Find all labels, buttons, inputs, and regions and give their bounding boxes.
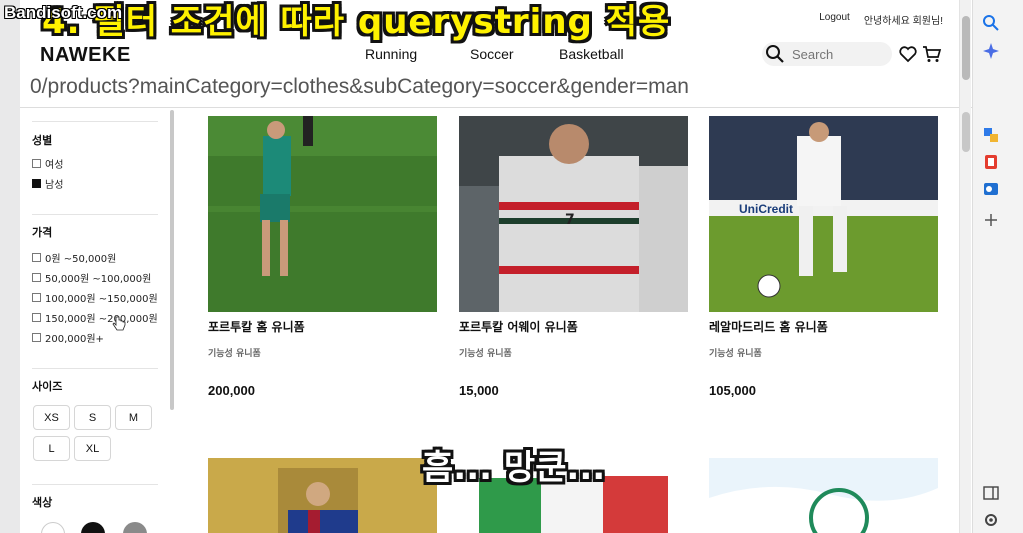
price-option[interactable]: 150,000원 ~200,000원 [32, 310, 158, 325]
scrollbar-thumb[interactable] [962, 112, 970, 152]
filter-sidebar: 성별 여성 남성 가격 0원 ~50,000원 50,000원 ~100,000… [20, 108, 172, 533]
search-icon[interactable] [765, 44, 785, 64]
color-swatch-white[interactable] [41, 522, 65, 533]
tools-icon[interactable] [982, 126, 1000, 144]
video-caption-middle: 흠... 망쿤... [422, 448, 606, 488]
outlook-icon[interactable] [982, 180, 1000, 198]
scrollbar-thumb[interactable] [962, 16, 970, 80]
logout-link[interactable]: Logout [819, 12, 850, 27]
add-icon[interactable] [982, 211, 1000, 229]
size-xs-button[interactable]: XS [33, 405, 70, 430]
product-image[interactable] [208, 116, 437, 312]
checkbox[interactable] [32, 293, 41, 302]
gender-filter-title: 성별 [32, 134, 53, 147]
svg-text:7: 7 [565, 212, 575, 228]
product-price: 15,000 [459, 383, 499, 398]
greeting-text: 안녕하세요 회원님! [863, 16, 943, 27]
checkbox[interactable] [32, 253, 41, 262]
search-icon[interactable] [982, 14, 1000, 32]
product-price: 200,000 [208, 383, 255, 398]
heart-icon[interactable] [898, 44, 918, 64]
option-label: 100,000원 ~150,000원 [45, 294, 158, 305]
gender-option-male[interactable]: 남성 [32, 176, 63, 191]
product-image[interactable] [208, 458, 437, 533]
filter-scrollbar[interactable] [170, 110, 174, 410]
color-filter-title: 색상 [32, 496, 53, 509]
size-s-button[interactable]: S [74, 405, 111, 430]
nav-running[interactable]: Running [365, 46, 417, 62]
office-icon[interactable] [982, 153, 1000, 171]
panel-toggle-icon[interactable] [982, 484, 1000, 502]
screen: NAWEKE Logout 안녕하세요 회원님! Running Soccer … [0, 0, 1023, 533]
price-filter-title: 가격 [32, 226, 53, 239]
color-swatch-gray[interactable] [123, 522, 147, 533]
url-text: 0/products?mainCategory=clothes&subCateg… [30, 75, 689, 98]
page-scrollbar[interactable] [959, 0, 971, 533]
search-input[interactable] [792, 45, 888, 63]
size-xl-button[interactable]: XL [74, 436, 111, 461]
sparkle-icon[interactable] [982, 42, 1000, 60]
gear-icon[interactable] [982, 511, 1000, 529]
product-price: 105,000 [709, 383, 756, 398]
option-label: 150,000원 ~200,000원 [45, 314, 158, 325]
color-swatch-black[interactable] [81, 522, 105, 533]
size-m-button[interactable]: M [115, 405, 152, 430]
option-label: 0원 ~50,000원 [45, 254, 117, 265]
divider [32, 368, 158, 369]
gender-option-female[interactable]: 여성 [32, 156, 63, 171]
address-bar[interactable]: 0/products?mainCategory=clothes&subCateg… [20, 70, 1023, 108]
option-label: 여성 [45, 160, 64, 171]
product-category: 기능성 유니폼 [459, 349, 512, 359]
window-left-edge [0, 0, 20, 533]
checkbox[interactable] [32, 159, 41, 168]
cart-icon[interactable] [922, 44, 942, 64]
price-option[interactable]: 0원 ~50,000원 [32, 250, 116, 265]
product-image[interactable]: 7 [459, 116, 688, 312]
option-label: 50,000원 ~100,000원 [45, 274, 152, 285]
divider [32, 484, 158, 485]
product-category: 기능성 유니폼 [208, 349, 261, 359]
size-l-button[interactable]: L [33, 436, 70, 461]
svg-text:UniCredit: UniCredit [739, 202, 793, 216]
option-label: 200,000원+ [45, 334, 104, 345]
nav-basketball[interactable]: Basketball [559, 46, 624, 62]
checkbox-checked[interactable] [32, 179, 41, 188]
product-image[interactable] [709, 458, 938, 533]
hand-cursor-icon [112, 316, 126, 331]
product-name[interactable]: 레알마드리드 홈 유니폼 [709, 318, 828, 335]
video-caption-top: 4. 필터 조건에 따라 querystring 적용 [42, 2, 671, 42]
product-name[interactable]: 포르투칼 홈 유니폼 [208, 318, 305, 335]
divider [32, 214, 158, 215]
size-filter-title: 사이즈 [32, 380, 63, 393]
option-label: 남성 [45, 180, 64, 191]
product-category: 기능성 유니폼 [709, 349, 762, 359]
divider [32, 121, 158, 122]
checkbox[interactable] [32, 333, 41, 342]
product-image[interactable]: UniCredit [709, 116, 938, 312]
recorder-watermark: Bandisoft.com [4, 3, 123, 22]
nav-soccer[interactable]: Soccer [470, 46, 514, 62]
checkbox[interactable] [32, 273, 41, 282]
site-logo[interactable]: NAWEKE [40, 44, 131, 67]
top-links: Logout 안녕하세요 회원님! [819, 12, 943, 27]
checkbox[interactable] [32, 313, 41, 322]
browser-side-panel [972, 0, 1023, 533]
price-option[interactable]: 200,000원+ [32, 330, 104, 345]
product-name[interactable]: 포르투칼 어웨이 유니폼 [459, 318, 578, 335]
price-option[interactable]: 100,000원 ~150,000원 [32, 290, 158, 305]
price-option[interactable]: 50,000원 ~100,000원 [32, 270, 151, 285]
